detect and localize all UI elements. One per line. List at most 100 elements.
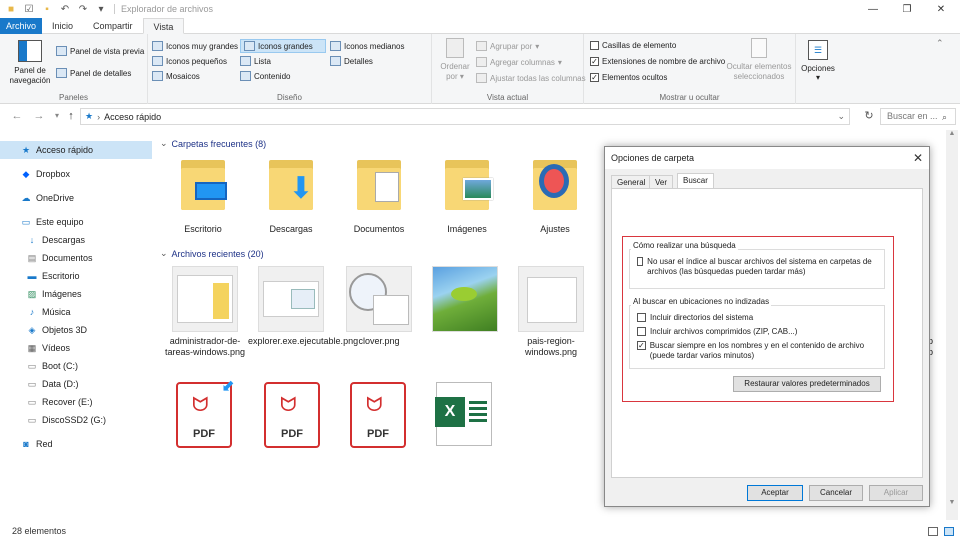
checkbox-unchecked[interactable] xyxy=(637,313,646,322)
option-search-content[interactable]: ✓ Buscar siempre en los nombres y en el … xyxy=(637,341,877,361)
layout-tiles[interactable]: Mosaicos xyxy=(152,71,200,81)
excel-icon: X xyxy=(435,382,492,446)
maximize-button[interactable]: ❐ xyxy=(890,0,924,18)
file-item-chameleon-photo[interactable] xyxy=(422,266,508,336)
folder-label: Documentos xyxy=(353,224,405,234)
hidden-items-toggle[interactable]: ✓ Elementos ocultos xyxy=(590,73,667,82)
file-item-explorer[interactable]: explorer.exe.ejecutable.png xyxy=(248,266,358,347)
checkbox-unchecked[interactable] xyxy=(637,327,646,336)
nav-item-onedrive[interactable]: ☁ OneDrive xyxy=(0,189,152,207)
layout-small-icons[interactable]: Iconos pequeños xyxy=(152,56,227,66)
nav-item-discossd2-g[interactable]: ▭ DiscoSSD2 (G:) xyxy=(0,411,152,429)
restore-defaults-button[interactable]: Restaurar valores predeterminados xyxy=(733,376,881,392)
nav-item-musica[interactable]: ♪ Música xyxy=(0,303,152,321)
undo-icon[interactable]: ↶ xyxy=(58,2,72,16)
folder-item-descargas[interactable]: ⬇ Descargas xyxy=(248,154,334,234)
tab-general[interactable]: General xyxy=(611,175,652,189)
file-extensions-toggle[interactable]: ✓ Extensiones de nombre de archivo xyxy=(590,57,725,66)
redo-icon[interactable]: ↷ xyxy=(76,2,90,16)
nav-item-red[interactable]: ◙ Red xyxy=(0,435,152,453)
folder-item-documentos[interactable]: Documentos xyxy=(336,154,422,234)
cancel-button[interactable]: Cancelar xyxy=(809,485,863,501)
nav-item-this-pc[interactable]: ▭ Este equipo xyxy=(0,213,152,231)
layout-large-icons[interactable]: Iconos grandes xyxy=(240,39,326,53)
layout-details[interactable]: Detalles xyxy=(330,56,373,66)
tab-ver[interactable]: Ver xyxy=(649,175,674,189)
option-system-dirs[interactable]: Incluir directorios del sistema xyxy=(637,313,753,323)
folder-item-escritorio[interactable]: Escritorio xyxy=(160,154,246,234)
file-item-pais-region[interactable]: pais-region-windows.png xyxy=(508,266,594,358)
customize-icon[interactable]: ▾ xyxy=(94,2,108,16)
sort-by-button[interactable]: Ordenar por ▾ xyxy=(436,38,474,82)
nav-item-quick-access[interactable]: ★ Acceso rápido xyxy=(0,141,152,159)
nav-item-escritorio[interactable]: ▬ Escritorio xyxy=(0,267,152,285)
option-compressed[interactable]: Incluir archivos comprimidos (ZIP, CAB..… xyxy=(637,327,797,337)
layout-extra-large-icons[interactable]: Iconos muy grandes xyxy=(152,41,238,51)
item-checkboxes-toggle[interactable]: Casillas de elemento xyxy=(590,41,676,50)
nav-item-objetos-3d[interactable]: ◈ Objetos 3D xyxy=(0,321,152,339)
add-columns-button[interactable]: Agregar columnas ▾ xyxy=(476,57,562,67)
folder-icon xyxy=(177,154,229,210)
nav-item-descargas[interactable]: ↓ Descargas xyxy=(0,231,152,249)
option-no-index[interactable]: No usar el índice al buscar archivos del… xyxy=(637,257,877,277)
tab-archivo[interactable]: Archivo xyxy=(0,18,42,34)
layout-label: Iconos grandes xyxy=(258,41,313,51)
close-button[interactable]: ✕ xyxy=(924,0,958,18)
large-icons-view-icon[interactable] xyxy=(944,527,954,536)
layout-list[interactable]: Lista xyxy=(240,56,271,66)
fit-columns-button[interactable]: Ajustar todas las columnas xyxy=(476,73,586,83)
details-pane-button[interactable]: Panel de detalles xyxy=(56,68,131,78)
scrollbar[interactable]: ▲ ▼ xyxy=(946,130,958,520)
tab-inicio[interactable]: Inicio xyxy=(42,18,83,34)
layout-content[interactable]: Contenido xyxy=(240,71,290,81)
forward-arrow-icon[interactable]: → xyxy=(32,109,46,123)
dialog-close-icon[interactable]: ✕ xyxy=(913,147,923,169)
refresh-icon[interactable]: ↻ xyxy=(862,109,876,123)
checkbox-unchecked[interactable] xyxy=(637,257,644,266)
search-icon[interactable]: ⌕ xyxy=(942,112,947,123)
hide-selected-button[interactable]: Ocultar elementos seleccionados xyxy=(724,38,794,82)
section-header-recent[interactable]: ⌄ Archivos recientes (20) xyxy=(160,248,264,259)
options-button[interactable]: ☰ Opciones ▾ xyxy=(798,38,838,82)
file-item-pdf-3[interactable]: ᗢ PDF xyxy=(348,382,408,448)
group-by-button[interactable]: Agrupar por ▾ xyxy=(476,41,539,51)
checkbox-checked[interactable]: ✓ xyxy=(637,341,646,350)
layout-medium-icons[interactable]: Iconos medianos xyxy=(330,41,404,51)
file-item-clover[interactable]: clover.png xyxy=(336,266,422,347)
file-item-excel[interactable]: X xyxy=(432,382,496,446)
nav-item-dropbox[interactable]: ◆ Dropbox xyxy=(0,165,152,183)
up-arrow-icon[interactable]: ↑ xyxy=(64,109,78,123)
tab-compartir[interactable]: Compartir xyxy=(83,18,143,34)
nav-item-videos[interactable]: ▦ Vídeos xyxy=(0,339,152,357)
minimize-button[interactable]: — xyxy=(856,0,890,18)
file-item-pdf-2[interactable]: ᗢ PDF xyxy=(262,382,322,448)
nav-item-documentos[interactable]: ▤ Documentos xyxy=(0,249,152,267)
file-item-pdf-1[interactable]: ᗢ PDF ⬋ xyxy=(174,378,235,448)
section-header-frequent[interactable]: ⌄ Carpetas frecuentes (8) xyxy=(160,138,266,149)
address-field[interactable]: ★ › Acceso rápido ⌄ xyxy=(80,108,850,125)
back-arrow-icon[interactable]: ← xyxy=(10,109,24,123)
navigation-pane-button[interactable]: Panel de navegación xyxy=(8,38,52,96)
item-count: 28 elementos xyxy=(12,526,67,536)
breadcrumb[interactable]: Acceso rápido xyxy=(104,112,161,122)
tab-vista[interactable]: Vista xyxy=(142,18,185,34)
folder-item-imagenes[interactable]: Imágenes xyxy=(424,154,510,234)
nav-item-data-d[interactable]: ▭ Data (D:) xyxy=(0,375,152,393)
file-item-administrador[interactable]: administrador-de-tareas-windows.png xyxy=(162,266,248,358)
preview-pane-button[interactable]: Panel de vista previa xyxy=(56,46,144,56)
apply-button[interactable]: Aplicar xyxy=(869,485,923,501)
nav-item-imagenes[interactable]: ▨ Imágenes xyxy=(0,285,152,303)
ribbon-collapse-icon[interactable]: ⌃ xyxy=(936,38,944,49)
ok-button[interactable]: Aceptar xyxy=(747,485,803,501)
folder-icon: ■ xyxy=(7,3,15,15)
new-folder-icon[interactable]: ▪ xyxy=(40,2,54,16)
details-view-icon[interactable] xyxy=(928,527,938,536)
tab-buscar[interactable]: Buscar xyxy=(677,173,714,189)
nav-item-boot-c[interactable]: ▭ Boot (C:) xyxy=(0,357,152,375)
properties-icon[interactable]: ☑ xyxy=(22,2,36,16)
folder-item-ajustes[interactable]: Ajustes xyxy=(512,154,598,234)
content-icon xyxy=(240,71,251,81)
address-dropdown-icon[interactable]: ⌄ xyxy=(837,111,845,122)
nav-item-recover-e[interactable]: ▭ Recover (E:) xyxy=(0,393,152,411)
recent-locations-icon[interactable]: ▾ xyxy=(50,109,64,123)
